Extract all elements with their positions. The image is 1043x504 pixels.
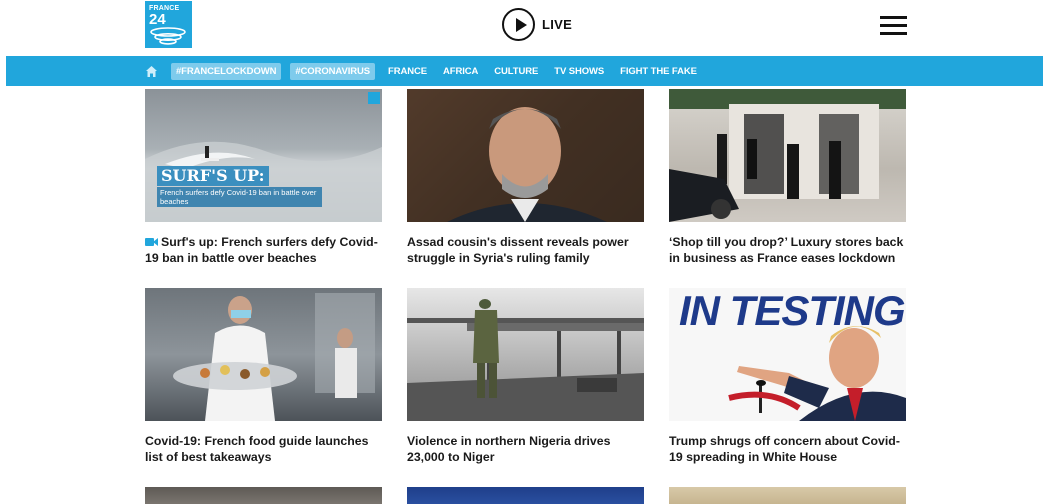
article-title-link[interactable]: Violence in northern Nigeria drives 23,0…: [407, 433, 644, 465]
article-title-text: Assad cousin's dissent reveals power str…: [407, 235, 629, 265]
nav-hashtag-coronavirus[interactable]: #CORONAVIRUS: [290, 62, 375, 80]
article-thumbnail[interactable]: [145, 487, 382, 504]
hamburger-menu-icon[interactable]: [880, 16, 907, 35]
article-thumbnail[interactable]: [407, 89, 644, 222]
article-title-link[interactable]: ‘Shop till you drop?’ Luxury stores back…: [669, 234, 906, 266]
site-header: FRANCE 24 LIVE: [0, 0, 1043, 56]
article-card: [669, 487, 906, 504]
article-thumbnail[interactable]: [669, 89, 906, 222]
article-thumbnail[interactable]: [407, 288, 644, 421]
article-card: [145, 487, 382, 504]
article-card: Covid-19: French food guide launches lis…: [145, 288, 382, 465]
nav-link-france[interactable]: FRANCE: [388, 66, 427, 77]
article-title-text: Violence in northern Nigeria drives 23,0…: [407, 434, 611, 464]
article-title-link[interactable]: Trump shrugs off concern about Covid-19 …: [669, 433, 906, 465]
overlay-headline: SURF'S UP:: [157, 166, 269, 186]
article-card: ‘Shop till you drop?’ Luxury stores back…: [669, 89, 906, 266]
article-title-text: Surf's up: French surfers defy Covid-19 …: [145, 235, 378, 265]
nav-link-tv-shows[interactable]: TV SHOWS: [554, 66, 604, 77]
live-label: LIVE: [542, 17, 573, 32]
article-title-link[interactable]: Surf's up: French surfers defy Covid-19 …: [145, 234, 382, 266]
article-card: SURF'S UP: French surfers defy Covid-19 …: [145, 89, 382, 266]
logo-swirl-icon: [150, 27, 186, 45]
article-title-text: Covid-19: French food guide launches lis…: [145, 434, 369, 464]
nav-link-africa[interactable]: AFRICA: [443, 66, 478, 77]
article-thumbnail[interactable]: [669, 487, 906, 504]
video-camera-icon: [145, 238, 158, 246]
main-nav: #FRANCELOCKDOWN #CORONAVIRUS FRANCE AFRI…: [6, 56, 1043, 86]
article-card: IN TESTING Trump shrugs off concern abou…: [669, 288, 906, 465]
article-card: Assad cousin's dissent reveals power str…: [407, 89, 644, 266]
france24-logo[interactable]: FRANCE 24: [145, 1, 192, 48]
article-card: Violence in northern Nigeria drives 23,0…: [407, 288, 644, 465]
article-thumbnail[interactable]: [145, 288, 382, 421]
article-card: [407, 487, 644, 504]
article-thumbnail[interactable]: IN TESTING: [669, 288, 906, 421]
article-title-link[interactable]: Covid-19: French food guide launches lis…: [145, 433, 382, 465]
article-title-text: ‘Shop till you drop?’ Luxury stores back…: [669, 235, 904, 265]
thumbnail-caption-overlay: SURF'S UP: French surfers defy Covid-19 …: [157, 166, 322, 207]
article-title-text: Trump shrugs off concern about Covid-19 …: [669, 434, 900, 464]
article-thumbnail[interactable]: [407, 487, 644, 504]
play-icon: [502, 8, 535, 41]
overlay-subtitle: French surfers defy Covid-19 ban in batt…: [157, 187, 322, 207]
live-button[interactable]: LIVE: [502, 8, 572, 41]
nav-hashtag-francelockdown[interactable]: #FRANCELOCKDOWN: [171, 62, 282, 80]
nav-link-culture[interactable]: CULTURE: [494, 66, 538, 77]
article-thumbnail[interactable]: SURF'S UP: French surfers defy Covid-19 …: [145, 89, 382, 222]
article-title-link[interactable]: Assad cousin's dissent reveals power str…: [407, 234, 644, 266]
nav-link-fight-the-fake[interactable]: FIGHT THE FAKE: [620, 66, 697, 77]
home-icon[interactable]: [145, 65, 158, 78]
